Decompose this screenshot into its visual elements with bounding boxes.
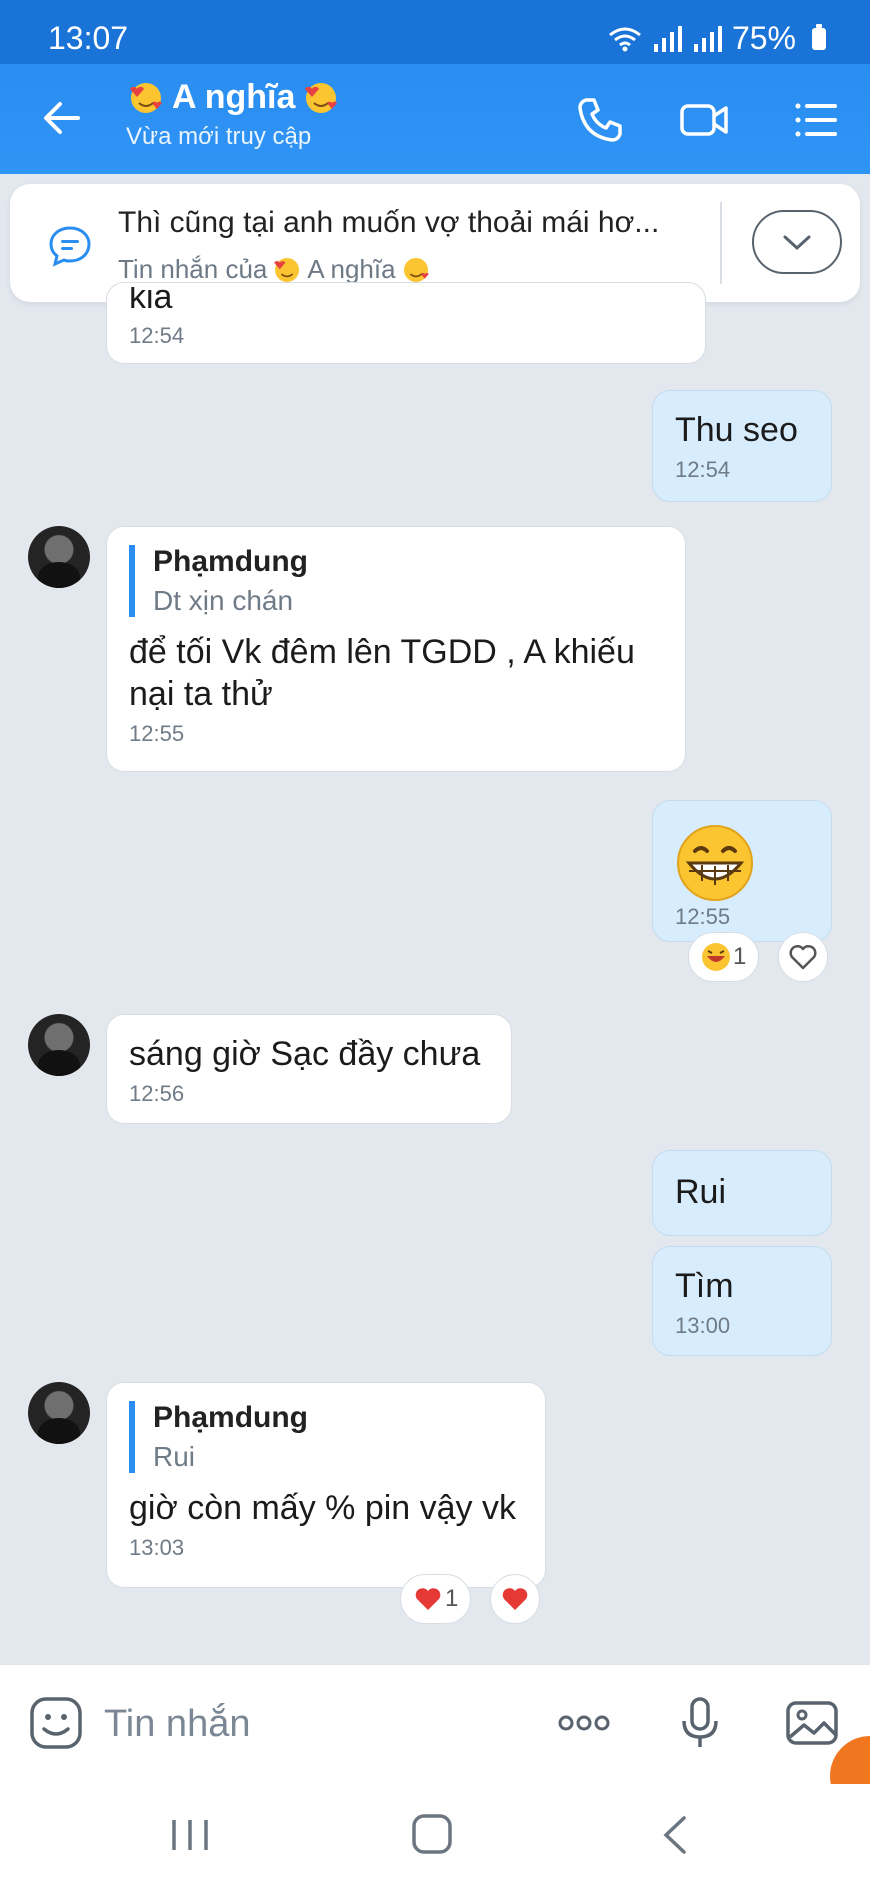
reply-quote[interactable]: Phạmdung Rui — [129, 1401, 523, 1473]
avatar[interactable] — [28, 526, 90, 588]
add-reaction-button[interactable] — [490, 1574, 540, 1624]
grinning-emoji-icon — [677, 825, 753, 901]
expand-pinned-button[interactable] — [752, 210, 842, 274]
wifi-icon — [609, 27, 641, 51]
reply-quote[interactable]: Phạmdung Dt xịn chán — [129, 545, 663, 617]
quote-text: Rui — [153, 1441, 196, 1472]
message-text: Thu seo — [675, 411, 798, 449]
pinned-source-prefix: Tin nhắn của — [118, 254, 268, 284]
message-bubble-incoming[interactable]: Phạmdung Dt xịn chán để tối Vk đêm lên T… — [106, 526, 686, 772]
message-bubble-outgoing[interactable]: Rui — [652, 1150, 832, 1236]
heart-face-emoji-icon — [403, 257, 429, 282]
sticker-smile-icon[interactable] — [28, 1695, 84, 1751]
message-text: giờ còn mấy % pin vậy vk — [129, 1489, 516, 1527]
message-list[interactable]: kia 12:54 Thu seo 12:54 Phạmdung Dt xịn … — [0, 282, 870, 1664]
status-icons: 75% — [608, 20, 826, 57]
last-seen-status: Vừa mới truy cập — [126, 123, 312, 150]
message-bubble-outgoing[interactable]: Tìm 13:00 — [652, 1246, 832, 1356]
quote-text: Dt xịn chán — [153, 585, 294, 616]
quote-author: Phạmdung — [153, 1401, 308, 1434]
message-bubble-incoming[interactable]: sáng giờ Sạc đầy chưa 12:56 — [106, 1014, 512, 1124]
add-reaction-button[interactable] — [778, 932, 828, 982]
back-arrow-icon[interactable] — [38, 94, 86, 142]
chat-screen: 13:07 75% A nghĩa Vừa mới truy cập Thì c… — [0, 0, 870, 1884]
back-nav-icon[interactable] — [646, 1810, 706, 1860]
message-time: 12:55 — [129, 721, 185, 746]
message-text: sáng giờ Sạc đầy chưa — [129, 1035, 481, 1073]
chat-header: A nghĩa Vừa mới truy cập — [0, 64, 870, 174]
status-time: 13:07 — [48, 20, 129, 56]
message-text: để tối Vk đêm lên TGDD , A khiếu nại ta … — [129, 633, 635, 713]
heart-face-emoji-icon — [130, 82, 162, 113]
pinned-source-name: A nghĩa — [307, 254, 396, 284]
message-input-bar: Tin nhắn — [0, 1664, 870, 1784]
reaction-count: 1 — [445, 1585, 459, 1612]
reaction-count: 1 — [733, 943, 747, 970]
avatar[interactable] — [28, 1014, 90, 1076]
contact-name: A nghĩa — [172, 78, 296, 116]
video-call-icon[interactable] — [678, 94, 730, 146]
image-gallery-icon[interactable] — [784, 1695, 840, 1751]
message-time: 12:54 — [675, 457, 731, 482]
heart-face-emoji-icon — [274, 257, 300, 282]
contact-info[interactable]: A nghĩa Vừa mới truy cập — [126, 78, 341, 151]
reaction-summary[interactable]: 1 — [400, 1574, 472, 1624]
message-bubble-outgoing[interactable]: Thu seo 12:54 — [652, 390, 832, 502]
phone-call-icon[interactable] — [574, 94, 626, 146]
message-time: 12:56 — [129, 1081, 185, 1106]
avatar[interactable] — [28, 1382, 90, 1444]
laughing-emoji-icon — [702, 943, 730, 971]
chevron-down-icon — [783, 235, 811, 251]
message-text: Rui — [675, 1173, 727, 1211]
recent-apps-icon[interactable] — [160, 1810, 220, 1860]
contact-name-row: A nghĩa — [126, 78, 341, 117]
battery-percent: 75% — [731, 20, 796, 56]
message-time: 13:00 — [675, 1313, 731, 1338]
pinned-message-text: Thì cũng tại anh muốn vợ thoải mái hơ... — [118, 206, 660, 239]
message-bubble-incoming[interactable]: kia 12:54 — [106, 282, 706, 364]
message-time: 12:55 — [675, 904, 731, 929]
divider — [720, 202, 722, 284]
more-options-icon[interactable] — [556, 1695, 612, 1751]
message-text: kia — [129, 287, 173, 316]
message-bubble-incoming[interactable]: Phạmdung Rui giờ còn mấy % pin vậy vk 13… — [106, 1382, 546, 1588]
pinned-message-source: Tin nhắn của A nghĩa — [118, 254, 432, 285]
message-text: Tìm — [675, 1267, 734, 1305]
microphone-icon[interactable] — [672, 1695, 728, 1751]
heart-icon — [502, 1588, 528, 1610]
heart-outline-icon — [789, 944, 817, 970]
quote-author: Phạmdung — [153, 545, 308, 578]
message-time: 12:54 — [129, 323, 185, 348]
message-input[interactable]: Tin nhắn — [104, 1703, 250, 1746]
heart-icon — [415, 1588, 441, 1610]
message-time: 13:03 — [129, 1535, 185, 1560]
menu-list-icon[interactable] — [790, 94, 842, 146]
message-bubble-outgoing[interactable]: 12:55 — [652, 800, 832, 942]
chat-bubble-icon — [49, 226, 91, 267]
signal-icon — [653, 25, 682, 52]
battery-icon — [812, 23, 826, 50]
reaction-summary[interactable]: 1 — [688, 932, 760, 982]
home-icon[interactable] — [402, 1810, 462, 1860]
status-bar: 13:07 75% — [0, 0, 870, 64]
heart-face-emoji-icon — [305, 82, 338, 113]
system-nav-bar — [0, 1784, 870, 1884]
signal-icon-2 — [693, 25, 722, 52]
